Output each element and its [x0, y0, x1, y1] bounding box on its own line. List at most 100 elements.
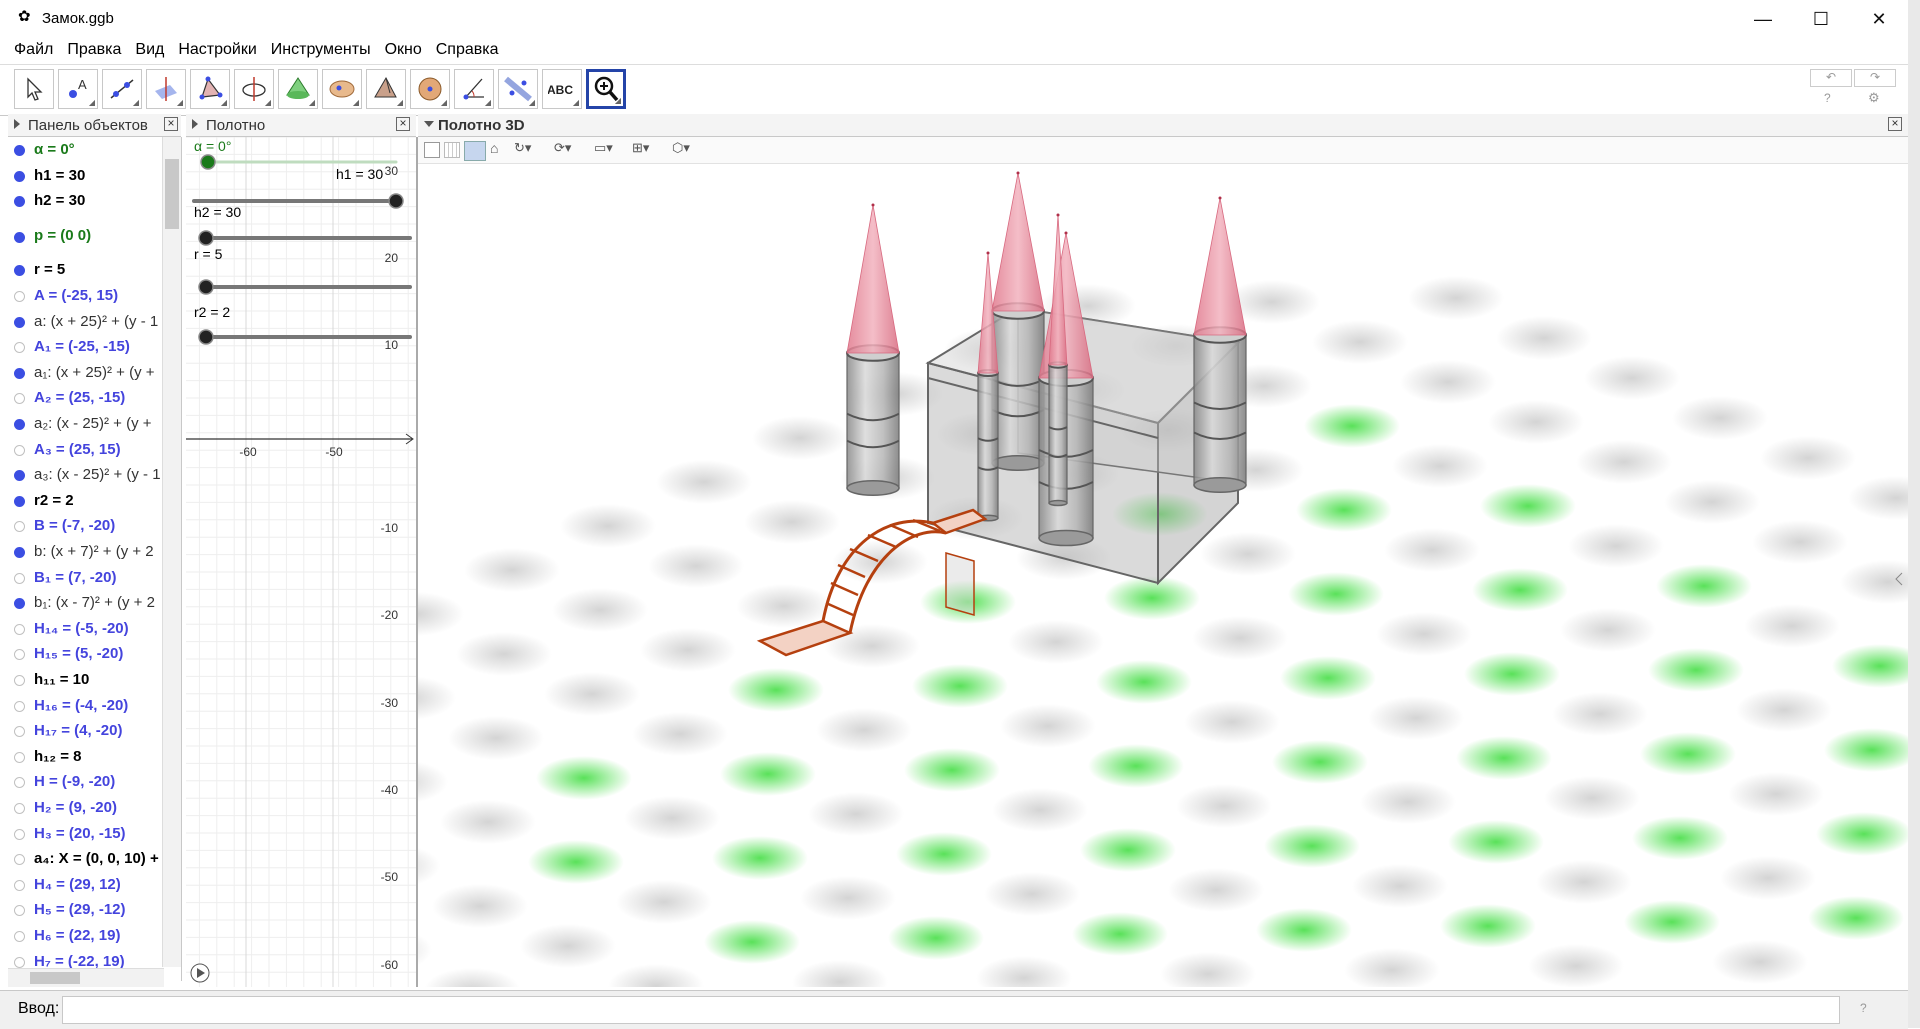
algebra-expression[interactable]: h1 = 30: [34, 167, 85, 184]
close-button[interactable]: ✕: [1856, 0, 1902, 38]
maximize-button[interactable]: ☐: [1798, 0, 1844, 38]
collapse-arrow-icon[interactable]: [424, 121, 434, 127]
close-icon[interactable]: ×: [1888, 117, 1902, 131]
algebra-expression[interactable]: H₂ = (9, -20): [34, 799, 117, 816]
visibility-toggle[interactable]: [14, 879, 25, 891]
plane-toggle-icon[interactable]: [464, 141, 486, 161]
horizontal-scrollbar[interactable]: [8, 968, 164, 987]
visibility-toggle[interactable]: [14, 393, 25, 405]
algebra-expression[interactable]: b: (x + 7)² + (y + 2: [34, 543, 154, 560]
animate-icon[interactable]: ⟳▾: [554, 140, 571, 156]
algebra-expression[interactable]: A = (-25, 15): [34, 287, 118, 304]
projection-icon[interactable]: ⬡▾: [672, 140, 690, 156]
close-icon[interactable]: ×: [164, 117, 178, 131]
polygon-tool[interactable]: ◢: [190, 69, 230, 109]
algebra-expression[interactable]: α = 0°: [34, 141, 75, 158]
undo-button[interactable]: ↶: [1810, 69, 1852, 87]
close-icon[interactable]: ×: [396, 117, 410, 131]
algebra-expression[interactable]: a₂: (x - 25)² + (y +: [34, 415, 152, 432]
algebra-expression[interactable]: a: (x + 25)² + (y - 1: [34, 313, 158, 330]
algebra-expression[interactable]: H₃ = (20, -15): [34, 825, 126, 842]
menu-edit[interactable]: Правка: [67, 38, 121, 59]
vertical-scrollbar[interactable]: [162, 137, 181, 967]
algebra-expression[interactable]: h₁₁ = 10: [34, 671, 89, 688]
algebra-expression[interactable]: r = 5: [34, 261, 65, 278]
visibility-toggle[interactable]: [14, 470, 25, 482]
algebra-expression[interactable]: H₁₄ = (-5, -20): [34, 620, 129, 637]
slider-knob[interactable]: [198, 230, 214, 246]
algebra-expression[interactable]: B₁ = (7, -20): [34, 569, 116, 586]
algebra-expression[interactable]: A₁ = (-25, -15): [34, 338, 130, 355]
visibility-toggle[interactable]: [14, 726, 25, 738]
scroll-thumb[interactable]: [165, 159, 179, 229]
visibility-toggle[interactable]: [14, 291, 25, 302]
slider-knob[interactable]: [198, 279, 214, 295]
algebra-expression[interactable]: h₁₂ = 8: [34, 748, 81, 765]
algebra-expression[interactable]: a₃: (x - 25)² + (y - 1: [34, 466, 161, 483]
help-icon[interactable]: ?: [1860, 1001, 1867, 1015]
scroll-thumb[interactable]: [30, 972, 80, 984]
cone-tool[interactable]: ◢: [278, 69, 318, 109]
menu-settings[interactable]: Настройки: [178, 38, 256, 59]
visibility-toggle[interactable]: [14, 521, 25, 533]
visibility-toggle[interactable]: [14, 145, 25, 156]
visibility-toggle[interactable]: [14, 931, 25, 942]
visibility-toggle[interactable]: [14, 623, 25, 635]
axes-toggle-icon[interactable]: [424, 142, 440, 158]
algebra-expression[interactable]: H₁₆ = (-4, -20): [34, 697, 128, 714]
menu-help[interactable]: Справка: [436, 38, 499, 59]
gear-icon[interactable]: ⚙: [1868, 90, 1880, 106]
visibility-toggle[interactable]: [14, 367, 25, 379]
reflect-tool[interactable]: ◢: [498, 69, 538, 109]
visibility-toggle[interactable]: [14, 316, 25, 328]
visibility-toggle[interactable]: [14, 547, 25, 558]
redo-button[interactable]: ↷: [1854, 69, 1896, 87]
visibility-toggle[interactable]: [14, 572, 25, 584]
slider-knob[interactable]: [198, 329, 214, 345]
algebra-expression[interactable]: A₃ = (25, 15): [34, 441, 121, 458]
menu-tools[interactable]: Инструменты: [271, 38, 371, 59]
algebra-expression[interactable]: H₄ = (29, 12): [34, 876, 121, 893]
move-tool[interactable]: [14, 69, 54, 109]
algebra-expression[interactable]: B = (-7, -20): [34, 517, 115, 534]
visibility-toggle[interactable]: [14, 751, 25, 763]
visibility-toggle[interactable]: [14, 419, 25, 430]
visibility-toggle[interactable]: [14, 342, 25, 354]
menu-file[interactable]: Файл: [14, 38, 53, 59]
visibility-toggle[interactable]: [14, 675, 25, 686]
pyramid-tool[interactable]: ◢: [366, 69, 406, 109]
minimize-button[interactable]: —: [1740, 0, 1786, 38]
algebra-expression[interactable]: r2 = 2: [34, 492, 74, 509]
point-tool[interactable]: A ◢: [58, 69, 98, 109]
rotate-view-icon[interactable]: ↻▾: [514, 140, 531, 156]
visibility-toggle[interactable]: [14, 495, 25, 507]
menu-view[interactable]: Вид: [135, 38, 164, 59]
text-tool[interactable]: ABC ◢: [542, 69, 582, 109]
line-tool[interactable]: ◢: [102, 69, 142, 109]
clipping-icon[interactable]: ⊞▾: [632, 140, 649, 156]
algebra-expression[interactable]: p = (0 0): [34, 227, 91, 244]
algebra-expression[interactable]: a₄: X = (0, 0, 10) +: [34, 850, 159, 867]
scene-3d[interactable]: [418, 163, 1908, 987]
expand-arrow-icon[interactable]: [192, 119, 198, 129]
graphics-view[interactable]: 30 20 10 -10 -20 -30 -40 -50 -60 -60 -50 α = 0° h1 =…: [186, 137, 418, 987]
sphere-tool[interactable]: ◢: [322, 69, 362, 109]
angle-tool[interactable]: ◢: [454, 69, 494, 109]
algebra-expression[interactable]: H = (-9, -20): [34, 773, 115, 790]
visibility-toggle[interactable]: [14, 828, 25, 840]
zoom-tool[interactable]: ◢: [586, 69, 626, 109]
algebra-expression[interactable]: b₁: (x - 7)² + (y + 2: [34, 594, 155, 611]
visibility-toggle[interactable]: [14, 956, 25, 968]
visibility-toggle[interactable]: [14, 777, 25, 789]
circle-tool[interactable]: ◢: [234, 69, 274, 109]
view-direction-icon[interactable]: ▭▾: [594, 140, 613, 156]
visibility-toggle[interactable]: [14, 170, 25, 182]
visibility-toggle[interactable]: [14, 854, 25, 866]
algebra-expression[interactable]: h2 = 30: [34, 192, 85, 209]
grid-toggle-icon[interactable]: [444, 142, 460, 158]
algebra-expression[interactable]: H₆ = (22, 19): [34, 927, 120, 944]
sphere-center-tool[interactable]: ◢: [410, 69, 450, 109]
slider-knob[interactable]: [388, 193, 404, 209]
visibility-toggle[interactable]: [14, 231, 25, 243]
help-icon[interactable]: ?: [1824, 91, 1831, 105]
